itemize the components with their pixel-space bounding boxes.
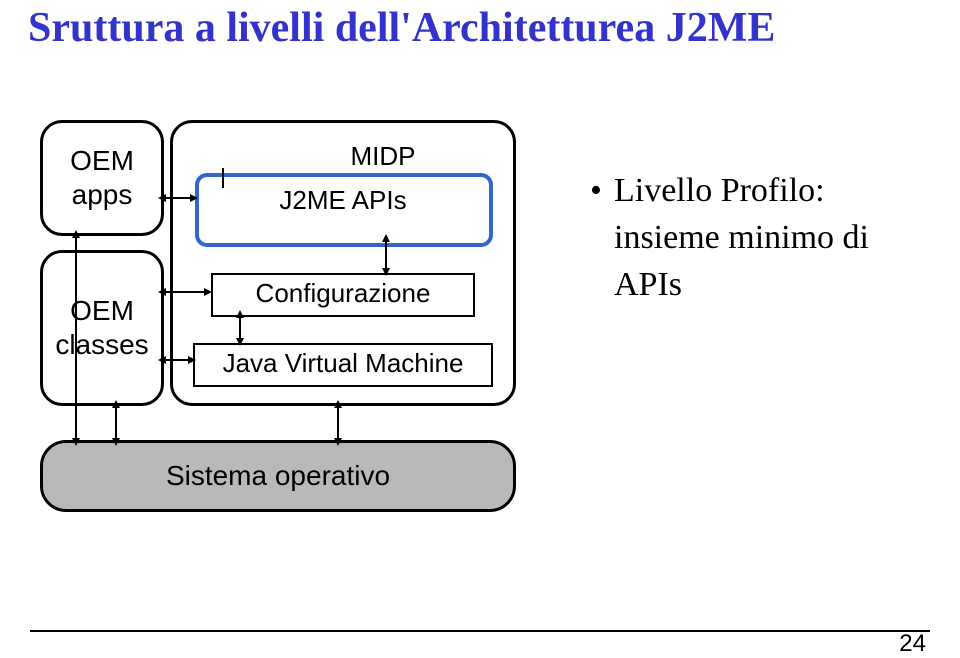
arrow-config-to-jvm <box>232 310 248 346</box>
arrow-apis-to-config <box>378 234 394 276</box>
bullet-line-2: insieme minimo di <box>614 215 869 262</box>
box-configurazione: Configurazione <box>211 273 475 317</box>
box-jvm: Java Virtual Machine <box>193 343 493 387</box>
arrow-oemclasses-to-config <box>158 284 212 300</box>
bullet-text: • Livello Profilo: insieme minimo di API… <box>590 168 940 309</box>
arrow-oemclasses-to-jvm <box>158 352 196 368</box>
arrow-midp-to-apis <box>215 168 231 188</box>
box-oem-apps: OEM apps <box>40 120 164 236</box>
bullet-line-1: Livello Profilo: <box>614 168 825 215</box>
label-os: Sistema operativo <box>166 460 390 492</box>
arrow-stack-to-os <box>330 400 346 446</box>
bullet-dot-icon: • <box>590 168 614 215</box>
box-platform-stack: MIDP J2ME APIs Configurazione Java Virtu… <box>170 120 516 406</box>
box-os: Sistema operativo <box>40 440 516 512</box>
page-title: Sruttura a livelli dell'Architetturea J2… <box>28 4 775 52</box>
arrow-oemclasses-to-os <box>108 400 124 446</box>
label-j2me-apis: J2ME APIs <box>213 185 473 216</box>
box-oem-classes: OEM classes <box>40 250 164 406</box>
label-oem-apps-1: OEM <box>70 144 134 178</box>
footer-divider <box>30 630 930 632</box>
arrow-oemapps-to-os <box>68 230 84 446</box>
label-midp: MIDP <box>333 141 433 172</box>
architecture-diagram: OEM apps OEM classes MIDP J2ME APIs Conf… <box>40 120 560 540</box>
label-jvm: Java Virtual Machine <box>223 348 464 378</box>
label-oem-apps-2: apps <box>72 178 133 212</box>
arrow-oemapps-to-apis <box>158 190 198 206</box>
label-configurazione: Configurazione <box>256 278 431 308</box>
bullet-line-3: APIs <box>614 262 682 309</box>
